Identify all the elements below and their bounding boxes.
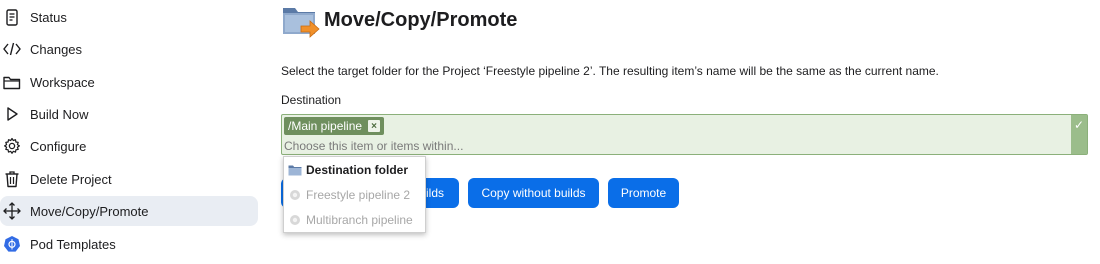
kubernetes-icon bbox=[3, 235, 21, 253]
sidebar-item-label: Status bbox=[30, 10, 67, 25]
button-label: Copy without builds bbox=[481, 186, 586, 200]
description-text: Select the target folder for the Project… bbox=[281, 64, 939, 78]
sidebar-item-label: Delete Project bbox=[30, 172, 112, 187]
sidebar-item-label: Pod Templates bbox=[30, 237, 116, 252]
destination-label: Destination bbox=[281, 93, 342, 107]
sidebar-item-move-copy-promote[interactable]: Move/Copy/Promote bbox=[0, 196, 258, 226]
folder-icon bbox=[288, 163, 302, 177]
sidebar-item-pod-templates[interactable]: Pod Templates bbox=[0, 229, 258, 259]
code-icon bbox=[3, 40, 21, 58]
chip-label: /Main pipeline bbox=[288, 119, 363, 133]
promote-button[interactable]: Promote bbox=[608, 178, 679, 208]
trash-icon bbox=[3, 170, 21, 188]
dropdown-item-label: Freestyle pipeline 2 bbox=[306, 188, 411, 202]
sidebar-item-changes[interactable]: Changes bbox=[0, 34, 258, 64]
sidebar: Status Changes Workspace Build Now Confi… bbox=[0, 0, 262, 264]
dropdown-header-label: Destination folder bbox=[306, 163, 409, 177]
valid-check-icon: ✓ bbox=[1071, 115, 1087, 154]
job-status-icon bbox=[288, 213, 302, 227]
dropdown-item-label: Multibranch pipeline bbox=[306, 213, 413, 227]
button-label: Promote bbox=[620, 186, 667, 200]
sidebar-item-build-now[interactable]: Build Now bbox=[0, 99, 258, 129]
destination-input[interactable] bbox=[284, 138, 1064, 154]
sidebar-item-label: Move/Copy/Promote bbox=[30, 204, 149, 219]
sidebar-item-label: Workspace bbox=[30, 75, 95, 90]
destination-dropdown: Destination folder Freestyle pipeline 2 … bbox=[283, 156, 426, 233]
button-label: ilds bbox=[425, 186, 444, 200]
sidebar-item-label: Configure bbox=[30, 139, 87, 154]
dropdown-header: Destination folder bbox=[288, 160, 408, 180]
copy-without-builds-button[interactable]: Copy without builds bbox=[468, 178, 599, 208]
selected-destination-chip: /Main pipeline × bbox=[284, 117, 385, 135]
sidebar-item-label: Changes bbox=[30, 42, 83, 57]
remove-chip-icon[interactable]: × bbox=[368, 120, 381, 132]
destination-field[interactable]: /Main pipeline × ✓ bbox=[281, 114, 1088, 155]
gear-icon bbox=[3, 137, 21, 155]
document-icon bbox=[3, 8, 21, 26]
sidebar-item-label: Build Now bbox=[30, 107, 89, 122]
page-title: Move/Copy/Promote bbox=[324, 9, 518, 31]
sidebar-item-workspace[interactable]: Workspace bbox=[0, 67, 258, 97]
sidebar-item-delete-project[interactable]: Delete Project bbox=[0, 164, 258, 194]
sidebar-item-configure[interactable]: Configure bbox=[0, 131, 258, 161]
sidebar-item-status[interactable]: Status bbox=[0, 2, 258, 32]
play-icon bbox=[3, 105, 21, 123]
folder-move-icon bbox=[281, 2, 321, 40]
folder-icon bbox=[3, 73, 21, 91]
dropdown-item: Multibranch pipeline bbox=[288, 210, 413, 230]
move-icon bbox=[3, 202, 21, 220]
job-status-icon bbox=[288, 188, 302, 202]
dropdown-item: Freestyle pipeline 2 bbox=[288, 185, 410, 205]
